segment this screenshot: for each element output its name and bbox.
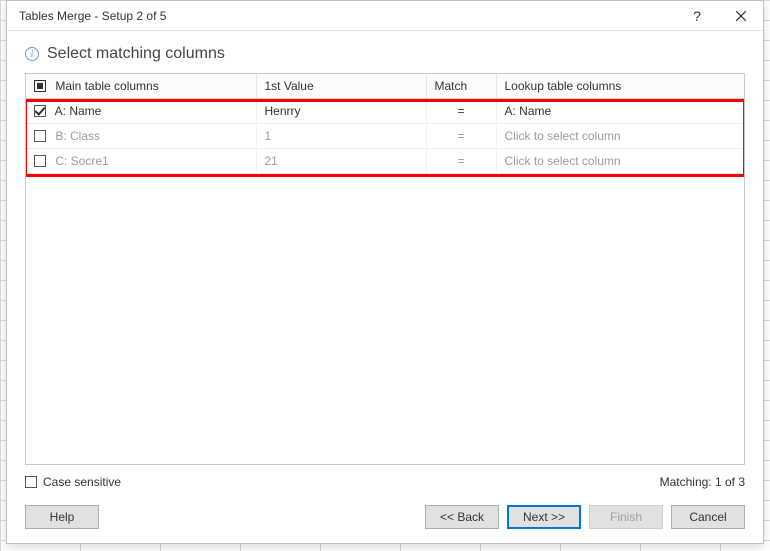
match-cell[interactable]: = [426, 99, 496, 124]
first-value-cell: Henrry [256, 99, 426, 124]
titlebar-close-button[interactable] [719, 1, 763, 31]
info-icon: i [25, 47, 39, 61]
matching-status: Matching: 1 of 3 [660, 475, 745, 489]
first-value-cell: 1 [256, 124, 426, 149]
match-cell[interactable]: = [426, 124, 496, 149]
columns-grid: Main table columns 1st Value Match Looku… [25, 73, 745, 465]
header-lookup-label: Lookup table columns [505, 79, 622, 93]
table-row[interactable]: C: Socre1 21 = Click to select column [26, 149, 744, 174]
grid-header-row: Main table columns 1st Value Match Looku… [26, 74, 744, 99]
header-match-label: Match [435, 79, 468, 93]
main-column-cell: B: Class [55, 129, 100, 143]
titlebar-help-button[interactable]: ? [675, 1, 719, 31]
lookup-column-cell[interactable]: Click to select column [496, 124, 744, 149]
button-row: Help << Back Next >> Finish Cancel [7, 497, 763, 543]
header-main-label: Main table columns [55, 79, 158, 93]
lookup-column-cell[interactable]: A: Name [496, 99, 744, 124]
main-column-cell: C: Socre1 [55, 154, 108, 168]
main-column-cell: A: Name [55, 104, 102, 118]
window-title: Tables Merge - Setup 2 of 5 [19, 9, 675, 23]
header-first-value[interactable]: 1st Value [256, 74, 426, 99]
row-checkbox[interactable] [34, 105, 46, 117]
next-button[interactable]: Next >> [507, 505, 581, 529]
tables-merge-dialog: Tables Merge - Setup 2 of 5 ? i Select m… [6, 0, 764, 544]
options-row: Case sensitive Matching: 1 of 3 [7, 465, 763, 497]
titlebar: Tables Merge - Setup 2 of 5 ? [7, 1, 763, 31]
header-main-columns[interactable]: Main table columns [26, 74, 256, 99]
header-match[interactable]: Match [426, 74, 496, 99]
header-first-value-label: 1st Value [265, 79, 314, 93]
case-sensitive-checkbox[interactable] [25, 476, 37, 488]
dialog-header: i Select matching columns [7, 31, 763, 73]
cancel-button[interactable]: Cancel [671, 505, 745, 529]
help-button[interactable]: Help [25, 505, 99, 529]
case-sensitive-label: Case sensitive [43, 475, 121, 489]
match-cell[interactable]: = [426, 149, 496, 174]
table-row[interactable]: B: Class 1 = Click to select column [26, 124, 744, 149]
back-button[interactable]: << Back [425, 505, 499, 529]
row-checkbox[interactable] [34, 155, 46, 167]
page-heading: Select matching columns [47, 45, 225, 63]
table-row[interactable]: A: Name Henrry = A: Name [26, 99, 744, 124]
lookup-column-cell[interactable]: Click to select column [496, 149, 744, 174]
header-lookup-columns[interactable]: Lookup table columns [496, 74, 744, 99]
first-value-cell: 21 [256, 149, 426, 174]
finish-button: Finish [589, 505, 663, 529]
select-all-checkbox[interactable] [34, 80, 46, 92]
row-checkbox[interactable] [34, 130, 46, 142]
close-icon [736, 11, 746, 21]
dialog-body: Main table columns 1st Value Match Looku… [7, 73, 763, 465]
